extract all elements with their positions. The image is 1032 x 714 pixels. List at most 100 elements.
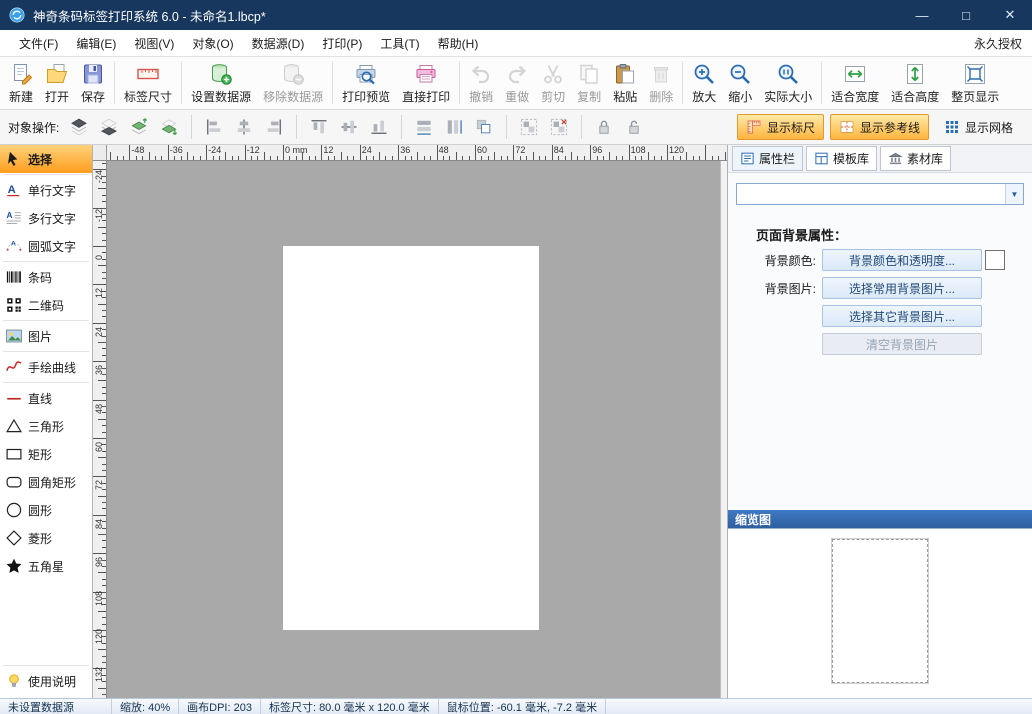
tool-select[interactable]: 选择 (0, 145, 92, 173)
image-icon (5, 327, 23, 345)
circle-label: 圆形 (28, 502, 52, 519)
undo-icon (469, 62, 493, 86)
fit-height-button[interactable]: 适合高度 (885, 60, 945, 107)
ruler-tick (98, 265, 106, 266)
undo-label: 撤销 (469, 88, 493, 105)
ruler-tick (102, 508, 106, 509)
ruler-tick (98, 572, 106, 573)
toolbar-separator (114, 62, 115, 104)
menu-file[interactable]: 文件(F) (10, 31, 67, 56)
label-size-button[interactable]: 标签尺寸 (118, 60, 178, 107)
direct-print-button[interactable]: 直接打印 (396, 60, 456, 107)
ruler-label: 96 (592, 145, 602, 155)
help-label: 使用说明 (28, 673, 76, 690)
new-button[interactable]: 新建 (3, 60, 39, 107)
menu-datasource[interactable]: 数据源(D) (243, 31, 314, 56)
help-button[interactable]: 使用说明 (0, 667, 92, 695)
toolbar-separator (332, 62, 333, 104)
tool-arc-text[interactable]: A圆弧文字 (0, 232, 92, 260)
redo-button: 重做 (499, 60, 535, 107)
chevron-down-icon[interactable] (1005, 184, 1023, 204)
menu-edit[interactable]: 编辑(E) (67, 31, 125, 56)
ruler-tick (102, 310, 106, 311)
show-ruler-toggle[interactable]: 显示标尺 (737, 114, 824, 140)
direct-print-label: 直接打印 (402, 88, 450, 105)
properties-label: 属性栏 (759, 150, 795, 167)
menu-help[interactable]: 帮助(H) (429, 31, 488, 56)
set-datasource-button[interactable]: 设置数据源 (185, 60, 257, 107)
actual-size-button[interactable]: 实际大小 (758, 60, 818, 107)
show-ruler-label: 显示标尺 (767, 119, 815, 136)
vertical-scrollbar[interactable] (720, 161, 727, 698)
background-color-swatch[interactable] (985, 250, 1005, 270)
tab-templates[interactable]: 模板库 (806, 146, 877, 171)
menu-view[interactable]: 视图(V) (125, 31, 183, 56)
tool-diamond[interactable]: 菱形 (0, 524, 92, 552)
ruler-label: -12 (247, 145, 260, 155)
toolbar-separator (682, 62, 683, 104)
ruler-tick (102, 240, 106, 241)
template-combobox[interactable] (736, 183, 1024, 205)
show-guides-toggle[interactable]: 显示参考线 (830, 114, 929, 140)
maximize-button[interactable]: □ (944, 0, 988, 30)
set-datasource-icon (209, 62, 233, 86)
tool-circle[interactable]: 圆形 (0, 496, 92, 524)
tool-line[interactable]: 直线 (0, 384, 92, 412)
open-button[interactable]: 打开 (39, 60, 75, 107)
label-page[interactable] (283, 246, 539, 630)
svg-text:A: A (11, 240, 16, 247)
ruler-label: 120 (669, 145, 684, 155)
zoom-out-button[interactable]: 缩小 (722, 60, 758, 107)
tool-rectangle[interactable]: 矩形 (0, 440, 92, 468)
toolbar-group: 撤销重做剪切复制粘贴删除 (463, 57, 679, 109)
multi-text-icon: A (5, 209, 23, 227)
minimize-button[interactable]: — (900, 0, 944, 30)
canvas[interactable] (107, 161, 727, 698)
close-button[interactable]: ✕ (988, 0, 1032, 30)
tool-multi-line-text[interactable]: A多行文字 (0, 204, 92, 232)
fit-page-button[interactable]: 整页显示 (945, 60, 1005, 107)
object-toolbar: 对象操作: 显示标尺显示参考线显示网格 (0, 110, 1032, 145)
tool-separator (3, 382, 89, 383)
move-down-button (157, 115, 181, 139)
tool-image[interactable]: 图片 (0, 322, 92, 350)
save-button[interactable]: 保存 (75, 60, 111, 107)
show-guides-icon (839, 119, 855, 135)
ruler-tick (102, 579, 106, 580)
ruler-tick (93, 515, 106, 516)
ruler-tick (699, 156, 700, 160)
ruler-label: 96 (94, 557, 104, 567)
tool-qrcode[interactable]: 二维码 (0, 291, 92, 319)
menu-object[interactable]: 对象(O) (183, 31, 242, 56)
select-other-background-button[interactable]: 选择其它背景图片... (822, 305, 982, 327)
tool-star[interactable]: 五角星 (0, 552, 92, 580)
ruler-tick (102, 163, 106, 164)
tab-materials[interactable]: 素材库 (880, 146, 951, 171)
select-common-background-button[interactable]: 选择常用背景图片... (822, 277, 982, 299)
tool-triangle[interactable]: 三角形 (0, 412, 92, 440)
titlebar: 神奇条码标签打印系统 6.0 - 未命名1.lbcp* — □ ✕ (0, 0, 1032, 30)
paste-button[interactable]: 粘贴 (607, 60, 643, 107)
menu-tools[interactable]: 工具(T) (371, 31, 428, 56)
show-grid-toggle[interactable]: 显示网格 (935, 114, 1022, 140)
tab-properties[interactable]: 属性栏 (732, 146, 803, 171)
single-line-text-label: 单行文字 (28, 182, 76, 199)
ruler-tick (539, 156, 540, 160)
bring-front-button (67, 115, 91, 139)
background-image-clear-row: 清空背景图片 (728, 333, 1032, 355)
menu-print[interactable]: 打印(P) (313, 31, 371, 56)
main-toolbar: 新建打开保存标签尺寸设置数据源移除数据源打印预览直接打印撤销重做剪切复制粘贴删除… (0, 57, 1032, 110)
tool-barcode[interactable]: 条码 (0, 263, 92, 291)
ruler-tick (437, 145, 438, 160)
zoom-in-button[interactable]: 放大 (686, 60, 722, 107)
tool-sidebar: 选择A单行文字A多行文字A圆弧文字条码二维码图片手绘曲线直线三角形矩形圆角矩形圆… (0, 145, 93, 698)
star-label: 五角星 (28, 558, 64, 575)
tool-rounded-rectangle[interactable]: 圆角矩形 (0, 468, 92, 496)
tool-freehand-curve[interactable]: 手绘曲线 (0, 353, 92, 381)
print-preview-button[interactable]: 打印预览 (336, 60, 396, 107)
background-color-button[interactable]: 背景颜色和透明度... (822, 249, 982, 271)
fit-width-button[interactable]: 适合宽度 (825, 60, 885, 107)
tool-single-line-text[interactable]: A单行文字 (0, 176, 92, 204)
ruler-label: 24 (362, 145, 372, 155)
object-toolbar-separator (191, 115, 192, 139)
